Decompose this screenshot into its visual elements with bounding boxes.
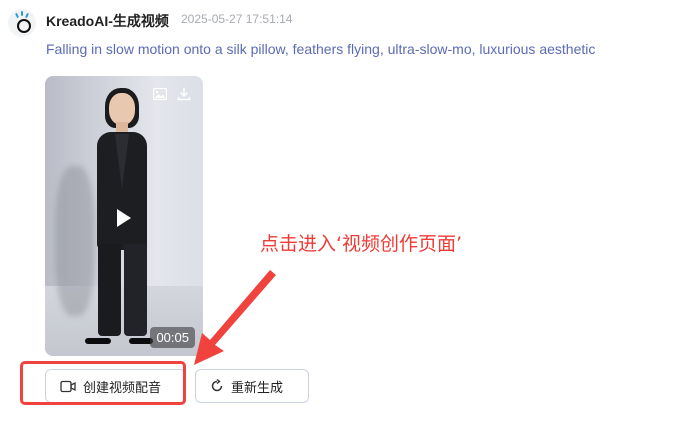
video-shadow bbox=[55, 166, 95, 316]
avatar-lash-right bbox=[25, 12, 29, 19]
annotation-text: 点击进入‘视频创作页面’ bbox=[260, 233, 463, 255]
avatar-lash-left bbox=[15, 12, 19, 19]
prompt-text: Falling in slow motion onto a silk pillo… bbox=[46, 41, 596, 57]
refresh-icon bbox=[211, 379, 223, 392]
play-icon[interactable] bbox=[117, 209, 131, 227]
download-icon[interactable] bbox=[177, 87, 191, 101]
avatar-lash-mid bbox=[21, 11, 23, 16]
eye-logo-icon bbox=[17, 19, 31, 33]
highlight-box bbox=[20, 361, 186, 405]
message-timestamp: 2025-05-27 17:51:14 bbox=[181, 12, 293, 26]
image-icon[interactable] bbox=[153, 88, 167, 100]
figure-head bbox=[109, 93, 135, 125]
annotation-arrow-icon bbox=[194, 270, 276, 365]
figure-pants-right bbox=[124, 244, 147, 336]
sender-name: KreadoAI-生成视频 bbox=[46, 13, 169, 29]
bot-avatar bbox=[8, 9, 36, 37]
figure-pants-left bbox=[98, 244, 121, 336]
regenerate-label: 重新生成 bbox=[231, 380, 284, 396]
figure-shoe-right bbox=[129, 338, 153, 344]
figure-shoe-left bbox=[85, 338, 111, 344]
